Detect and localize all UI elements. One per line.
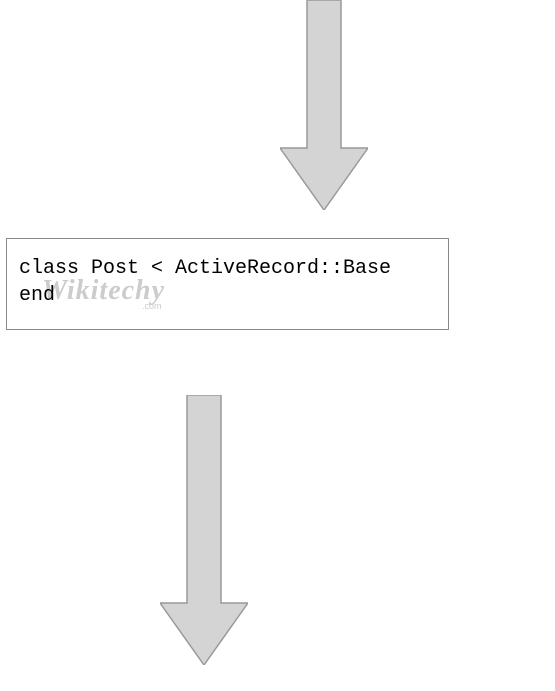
- arrow-down-bottom: [160, 395, 248, 665]
- arrow-down-icon: [160, 395, 248, 665]
- code-box: Wikitechy .com class Post < ActiveRecord…: [6, 238, 449, 330]
- arrow-down-top: [280, 0, 368, 210]
- code-line-2: end: [19, 284, 55, 307]
- diagram-container: Wikitechy .com class Post < ActiveRecord…: [0, 0, 555, 691]
- code-line-1: class Post < ActiveRecord::Base: [19, 257, 391, 280]
- arrow-down-icon: [280, 0, 368, 210]
- code-content: class Post < ActiveRecord::Base end: [19, 255, 436, 309]
